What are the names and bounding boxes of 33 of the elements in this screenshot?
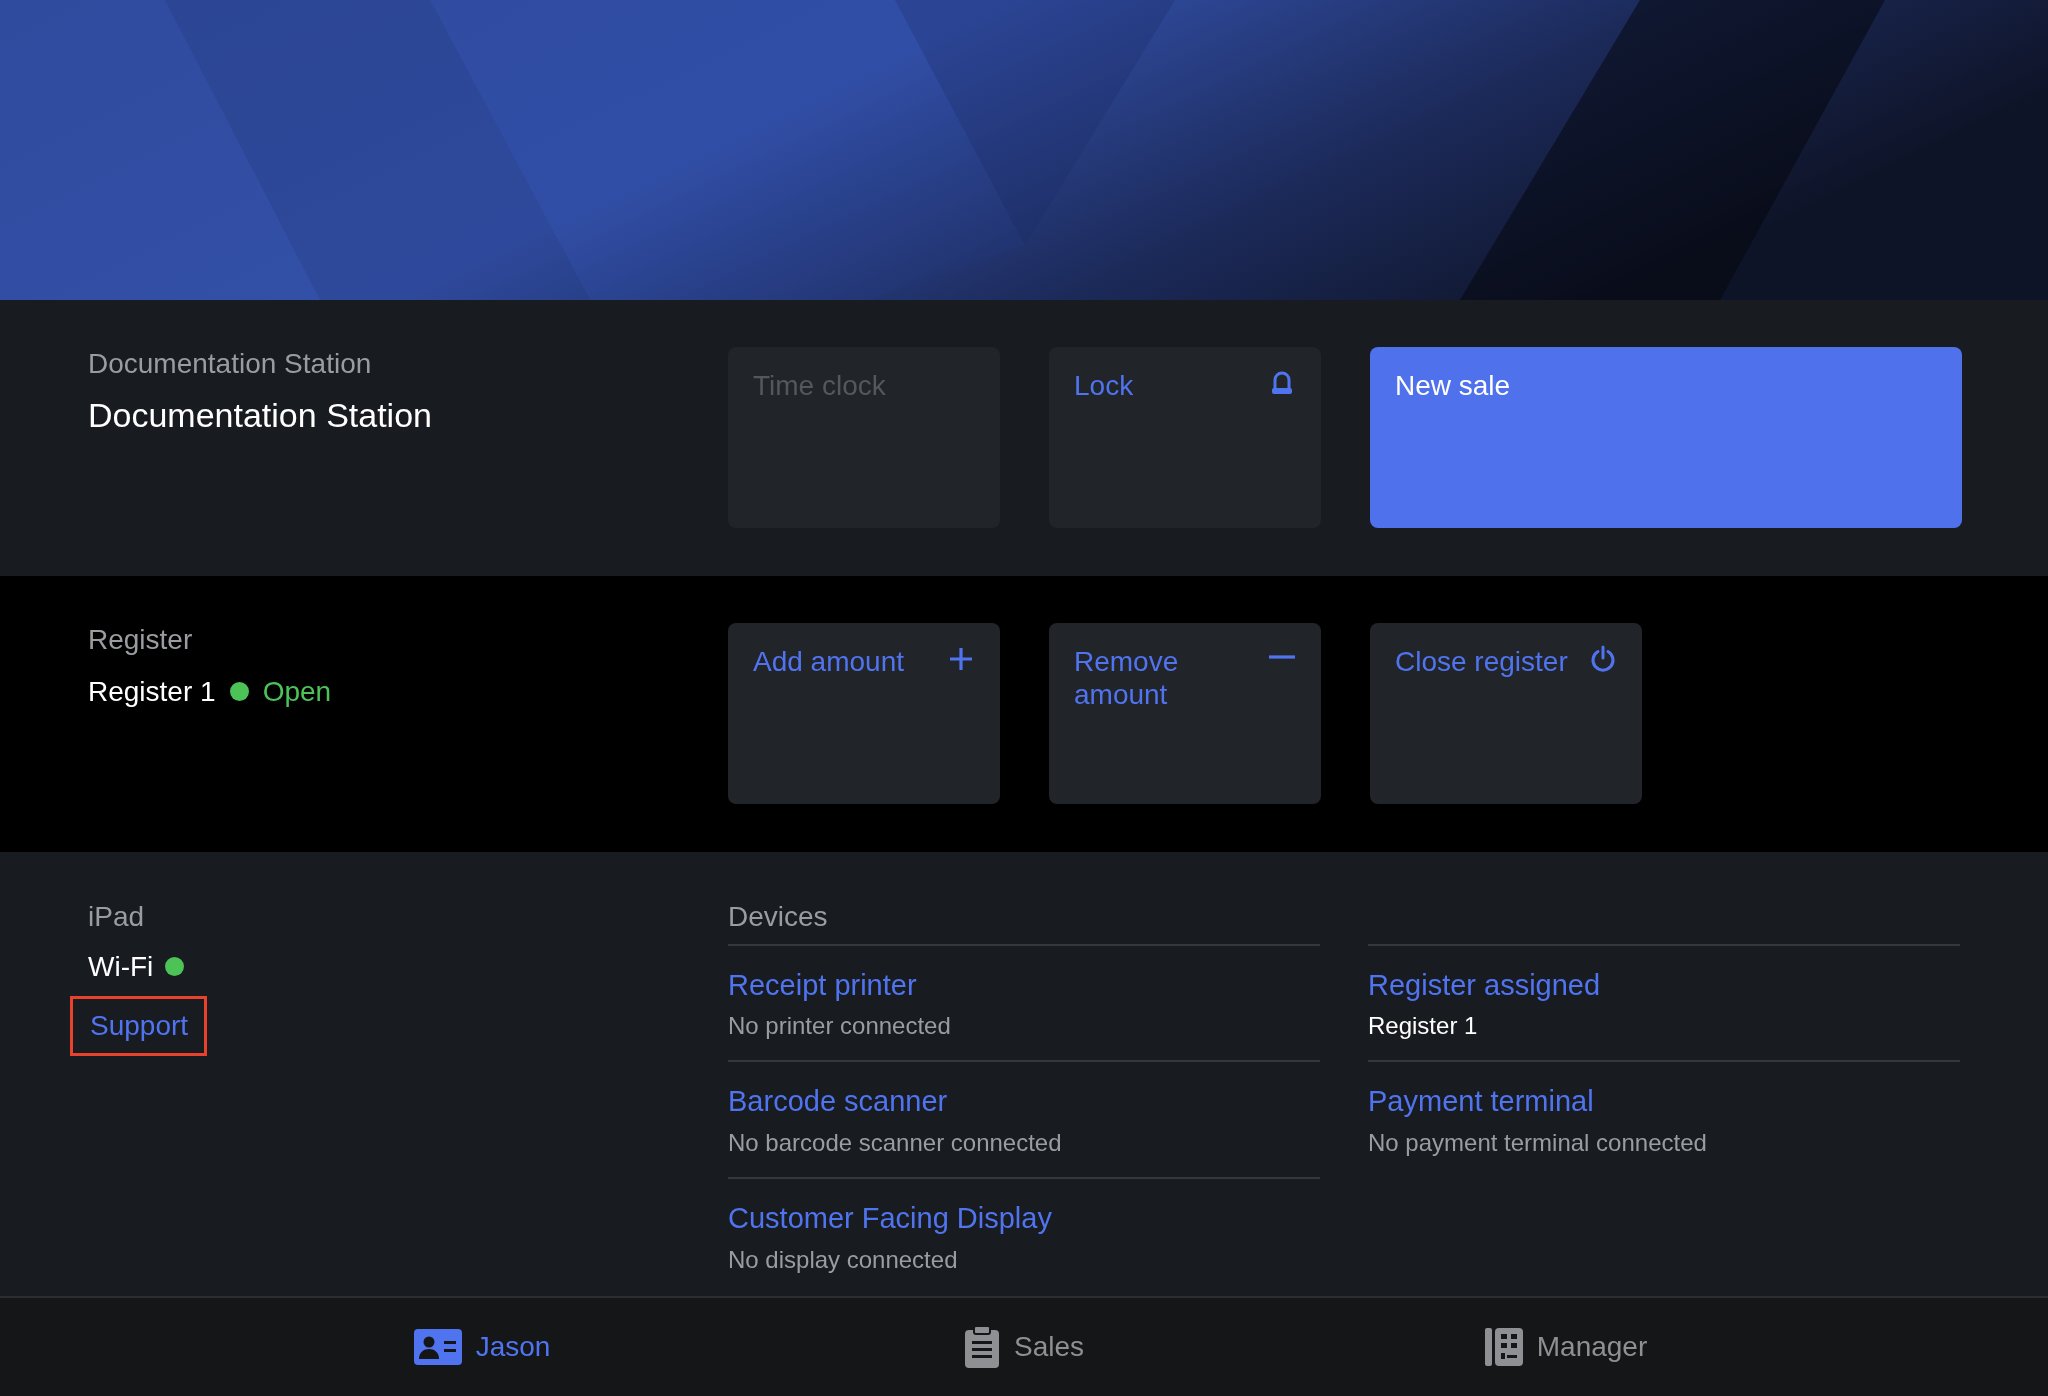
register-icon	[1484, 1328, 1523, 1366]
device-link[interactable]: Payment terminal	[1368, 1084, 1594, 1119]
support-link[interactable]: Support	[90, 1009, 189, 1041]
device-status: No payment terminal connected	[1368, 1129, 1708, 1158]
register-name: Register 1	[88, 674, 216, 709]
contact-card-icon	[413, 1329, 462, 1365]
clipboard-icon	[963, 1326, 1000, 1368]
device-link[interactable]: Receipt printer	[728, 967, 917, 1003]
section-label: Devices	[728, 900, 829, 934]
action-tile[interactable]: Close register	[1370, 623, 1642, 804]
tab-button[interactable]: Manager	[1295, 1298, 1837, 1396]
device-status: No barcode scanner connected	[728, 1129, 1063, 1158]
device-link[interactable]: Register assigned	[1368, 967, 1601, 1003]
section-label: iPad	[88, 900, 146, 934]
device-link[interactable]: Barcode scanner	[728, 1084, 948, 1119]
section-label: Documentation Station	[88, 347, 373, 381]
register-status: Open	[262, 674, 332, 709]
section-label: Register	[88, 623, 194, 657]
tab-button[interactable]: Sales	[753, 1298, 1295, 1396]
minus-icon	[1268, 653, 1296, 661]
device-status: Register 1	[1368, 1012, 1479, 1042]
action-tile[interactable]: Lock	[1049, 347, 1321, 528]
power-icon	[1589, 645, 1617, 673]
plus-icon	[947, 645, 975, 673]
tab-button[interactable]: Jason	[211, 1298, 753, 1396]
action-tile[interactable]: Remove amount	[1049, 623, 1321, 804]
new-sale-button[interactable]: New sale	[1370, 347, 1962, 528]
device-status: No printer connected	[728, 1012, 952, 1042]
device-link[interactable]: Customer Facing Display	[728, 1200, 1052, 1236]
device-status: No display connected	[728, 1245, 959, 1275]
action-tile[interactable]: Add amount	[728, 623, 1000, 804]
station-name: Documentation Station	[88, 394, 432, 436]
wifi-label: Wi-Fi	[88, 949, 154, 984]
